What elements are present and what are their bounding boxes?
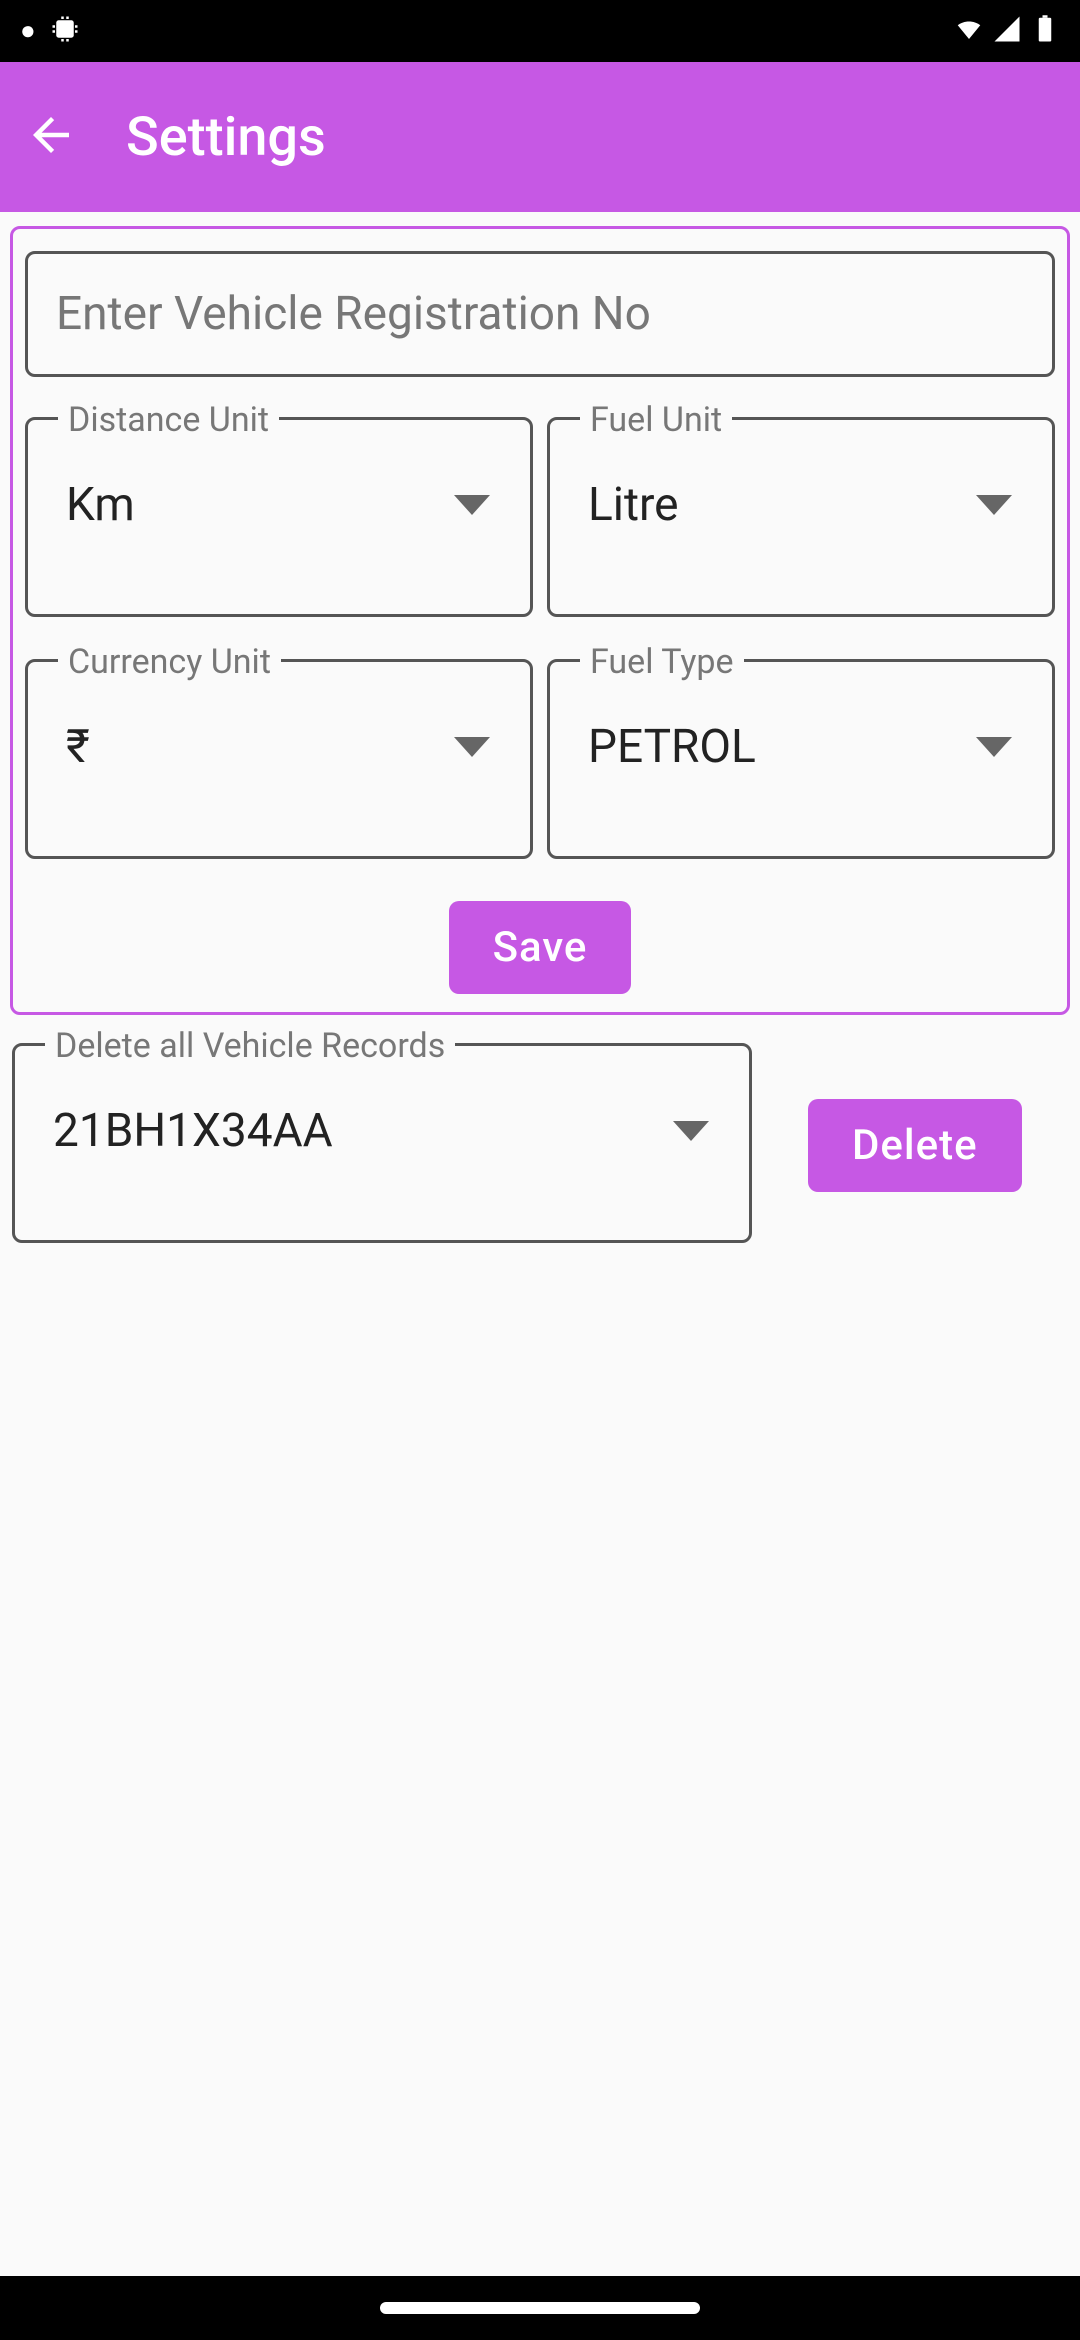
wifi-icon <box>954 14 984 48</box>
vehicle-reg-placeholder: Enter Vehicle Registration No <box>56 287 651 341</box>
save-row: Save <box>25 901 1055 994</box>
back-arrow-icon[interactable] <box>24 108 78 166</box>
nav-bar <box>0 2276 1080 2340</box>
fuel-type-label: Fuel Type <box>580 642 744 682</box>
fuel-unit-value: Litre <box>588 478 679 532</box>
delete-vehicle-label: Delete all Vehicle Records <box>45 1026 455 1066</box>
select-row-2: Currency Unit ₹ Fuel Type PETROL <box>25 659 1055 859</box>
delete-section: Delete all Vehicle Records 21BH1X34AA De… <box>10 1043 1070 1243</box>
delete-vehicle-select[interactable]: Delete all Vehicle Records 21BH1X34AA <box>12 1043 752 1243</box>
status-bar: ● <box>0 0 1080 62</box>
settings-card: Enter Vehicle Registration No Distance U… <box>10 226 1070 1015</box>
chevron-down-icon <box>454 495 490 515</box>
fuel-type-value: PETROL <box>588 720 756 774</box>
chevron-down-icon <box>976 737 1012 757</box>
chip-icon <box>50 14 80 48</box>
distance-unit-value: Km <box>66 478 135 532</box>
delete-button-wrap: Delete <box>808 1043 1022 1192</box>
fuel-unit-select[interactable]: Fuel Unit Litre <box>547 417 1055 617</box>
distance-unit-label: Distance Unit <box>58 400 279 440</box>
battery-icon <box>1030 14 1060 48</box>
chevron-down-icon <box>976 495 1012 515</box>
app-bar: Settings <box>0 62 1080 212</box>
notification-dot-icon: ● <box>20 18 36 44</box>
chevron-down-icon <box>673 1121 709 1141</box>
save-button[interactable]: Save <box>449 901 632 994</box>
status-left: ● <box>20 14 80 48</box>
currency-unit-select[interactable]: Currency Unit ₹ <box>25 659 533 859</box>
chevron-down-icon <box>454 737 490 757</box>
distance-unit-select[interactable]: Distance Unit Km <box>25 417 533 617</box>
signal-icon <box>992 14 1022 48</box>
nav-handle[interactable] <box>380 2302 700 2314</box>
delete-button[interactable]: Delete <box>808 1099 1022 1192</box>
fuel-unit-label: Fuel Unit <box>580 400 732 440</box>
fuel-type-select[interactable]: Fuel Type PETROL <box>547 659 1055 859</box>
status-right <box>954 14 1060 48</box>
select-row-1: Distance Unit Km Fuel Unit Litre <box>25 417 1055 617</box>
currency-unit-value: ₹ <box>66 720 90 774</box>
delete-vehicle-value: 21BH1X34AA <box>53 1104 333 1158</box>
currency-unit-label: Currency Unit <box>58 642 281 682</box>
vehicle-reg-input[interactable]: Enter Vehicle Registration No <box>25 251 1055 377</box>
content-area: Enter Vehicle Registration No Distance U… <box>0 212 1080 2276</box>
page-title: Settings <box>126 106 326 169</box>
